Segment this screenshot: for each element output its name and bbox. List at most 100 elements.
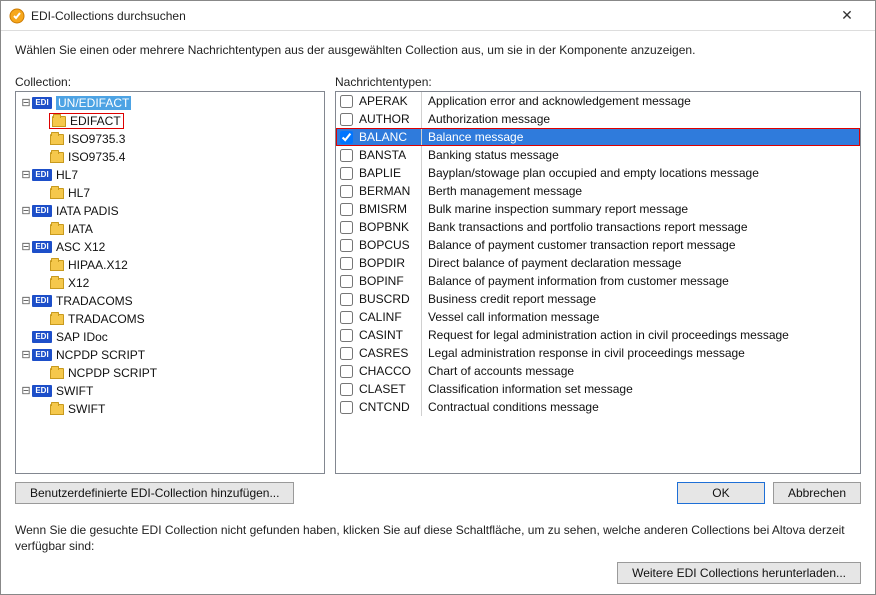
message-checkbox[interactable]: [340, 365, 353, 378]
message-code: CALINF: [357, 310, 421, 324]
message-description: Request for legal administration action …: [422, 328, 860, 342]
message-description: Bank transactions and portfolio transact…: [422, 220, 860, 234]
message-code: CASINT: [357, 328, 421, 342]
message-row[interactable]: BALANCBalance message: [336, 128, 860, 146]
tree-item-label: TRADACOMS: [56, 294, 133, 308]
tree-item[interactable]: ⊞IATA: [16, 220, 324, 238]
tree-item[interactable]: ⊞SWIFT: [16, 400, 324, 418]
message-checkbox[interactable]: [340, 149, 353, 162]
tree-item-label: SWIFT: [68, 402, 105, 416]
message-row[interactable]: BOPDIRDirect balance of payment declarat…: [336, 254, 860, 272]
collapse-icon[interactable]: ⊟: [20, 205, 32, 217]
message-code: CNTCND: [357, 400, 421, 414]
collection-label: Collection:: [15, 75, 325, 89]
folder-icon: [50, 314, 64, 325]
message-description: Contractual conditions message: [422, 400, 860, 414]
tree-item[interactable]: ⊟EDITRADACOMS: [16, 292, 324, 310]
ok-button[interactable]: OK: [677, 482, 765, 504]
cancel-button[interactable]: Abbrechen: [773, 482, 861, 504]
message-checkbox[interactable]: [340, 95, 353, 108]
tree-item[interactable]: ⊞ISO9735.3: [16, 130, 324, 148]
tree-item-label: HIPAA.X12: [68, 258, 128, 272]
message-checkbox[interactable]: [340, 131, 353, 144]
message-checkbox[interactable]: [340, 329, 353, 342]
message-row[interactable]: BMISRMBulk marine inspection summary rep…: [336, 200, 860, 218]
collapse-icon[interactable]: ⊟: [20, 241, 32, 253]
message-checkbox[interactable]: [340, 347, 353, 360]
message-checkbox[interactable]: [340, 203, 353, 216]
add-custom-collection-button[interactable]: Benutzerdefinierte EDI-Collection hinzuf…: [15, 482, 294, 504]
message-description: Berth management message: [422, 184, 860, 198]
messagetypes-list[interactable]: APERAKApplication error and acknowledgem…: [336, 92, 860, 473]
message-description: Balance message: [422, 130, 860, 144]
collapse-icon[interactable]: ⊟: [20, 97, 32, 109]
message-row[interactable]: BUSCRDBusiness credit report message: [336, 290, 860, 308]
folder-icon: [50, 404, 64, 415]
folder-icon: [50, 278, 64, 289]
collapse-icon[interactable]: ⊟: [20, 295, 32, 307]
tree-item[interactable]: ⊟EDIASC X12: [16, 238, 324, 256]
message-row[interactable]: CASRESLegal administration response in c…: [336, 344, 860, 362]
tree-item[interactable]: ⊟EDINCPDP SCRIPT: [16, 346, 324, 364]
tree-item-label: UN/EDIFACT: [56, 96, 131, 110]
message-checkbox[interactable]: [340, 401, 353, 414]
message-checkbox[interactable]: [340, 383, 353, 396]
message-code: AUTHOR: [357, 112, 421, 126]
message-checkbox[interactable]: [340, 275, 353, 288]
tree-item[interactable]: ⊞EDISAP IDoc: [16, 328, 324, 346]
tree-item-label: NCPDP SCRIPT: [68, 366, 157, 380]
message-row[interactable]: APERAKApplication error and acknowledgem…: [336, 92, 860, 110]
tree-item-label: SWIFT: [56, 384, 93, 398]
folder-icon: [50, 152, 64, 163]
message-checkbox[interactable]: [340, 311, 353, 324]
collapse-icon[interactable]: ⊟: [20, 385, 32, 397]
message-row[interactable]: CASINTRequest for legal administration a…: [336, 326, 860, 344]
message-description: Classification information set message: [422, 382, 860, 396]
message-row[interactable]: CLASETClassification information set mes…: [336, 380, 860, 398]
messagetypes-label: Nachrichtentypen:: [335, 75, 861, 89]
collection-tree[interactable]: ⊟EDIUN/EDIFACT⊞EDIFACT⊞ISO9735.3⊞ISO9735…: [15, 91, 325, 474]
message-description: Application error and acknowledgement me…: [422, 94, 860, 108]
tree-item[interactable]: ⊟EDIHL7: [16, 166, 324, 184]
message-checkbox[interactable]: [340, 257, 353, 270]
message-code: BMISRM: [357, 202, 421, 216]
tree-item[interactable]: ⊟EDIIATA PADIS: [16, 202, 324, 220]
tree-item[interactable]: ⊟EDIUN/EDIFACT: [16, 94, 324, 112]
message-row[interactable]: BANSTABanking status message: [336, 146, 860, 164]
message-checkbox[interactable]: [340, 221, 353, 234]
message-row[interactable]: BOPBNKBank transactions and portfolio tr…: [336, 218, 860, 236]
message-code: BALANC: [357, 130, 421, 144]
message-row[interactable]: CHACCOChart of accounts message: [336, 362, 860, 380]
message-checkbox[interactable]: [340, 167, 353, 180]
close-button[interactable]: ✕: [827, 7, 867, 24]
message-checkbox[interactable]: [340, 113, 353, 126]
message-code: CHACCO: [357, 364, 421, 378]
message-description: Chart of accounts message: [422, 364, 860, 378]
collapse-icon[interactable]: ⊟: [20, 169, 32, 181]
tree-item[interactable]: ⊟EDI SWIFT: [16, 382, 324, 400]
message-row[interactable]: BERMANBerth management message: [336, 182, 860, 200]
tree-item[interactable]: ⊞TRADACOMS: [16, 310, 324, 328]
tree-item[interactable]: ⊞ISO9735.4: [16, 148, 324, 166]
tree-item[interactable]: ⊞EDIFACT: [16, 112, 324, 130]
message-checkbox[interactable]: [340, 239, 353, 252]
collapse-icon[interactable]: ⊟: [20, 349, 32, 361]
message-code: BANSTA: [357, 148, 421, 162]
tree-item[interactable]: ⊞HIPAA.X12: [16, 256, 324, 274]
tree-item[interactable]: ⊞HL7: [16, 184, 324, 202]
tree-item[interactable]: ⊞NCPDP SCRIPT: [16, 364, 324, 382]
tree-item[interactable]: ⊞X12: [16, 274, 324, 292]
message-checkbox[interactable]: [340, 185, 353, 198]
titlebar: EDI-Collections durchsuchen ✕: [1, 1, 875, 31]
tree-item-label: X12: [68, 276, 89, 290]
message-row[interactable]: CALINFVessel call information message: [336, 308, 860, 326]
message-row[interactable]: BOPINFBalance of payment information fro…: [336, 272, 860, 290]
message-row[interactable]: BOPCUSBalance of payment customer transa…: [336, 236, 860, 254]
message-row[interactable]: AUTHORAuthorization message: [336, 110, 860, 128]
message-row[interactable]: CNTCNDContractual conditions message: [336, 398, 860, 416]
download-collections-button[interactable]: Weitere EDI Collections herunterladen...: [617, 562, 861, 584]
message-description: Business credit report message: [422, 292, 860, 306]
message-row[interactable]: BAPLIEBayplan/stowage plan occupied and …: [336, 164, 860, 182]
message-checkbox[interactable]: [340, 293, 353, 306]
edi-badge-icon: EDI: [32, 385, 52, 397]
